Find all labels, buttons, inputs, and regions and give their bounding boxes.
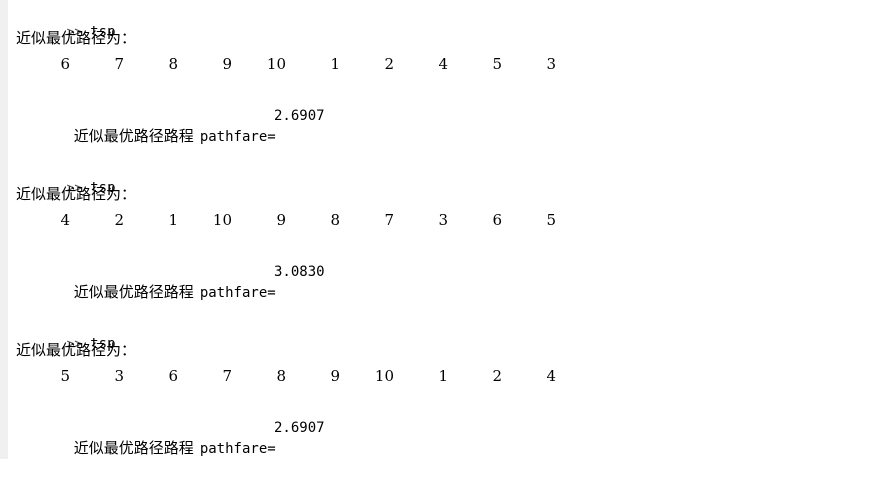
path-value: 2 [114,211,124,229]
path-label: 近似最优路径为： [16,185,137,203]
path-label: 近似最优路径为： [16,29,137,47]
path-value: 9 [276,211,286,229]
path-value: 9 [222,55,232,73]
path-value: 1 [330,55,340,73]
result-label: 近似最优路径路程 [73,439,194,457]
path-value: 1 [168,211,178,229]
path-value: 7 [222,367,232,385]
path-value: 10 [212,211,232,229]
result-label: 近似最优路径路程 [73,283,194,301]
path-value: 10 [266,55,286,73]
path-value: 1 [438,367,448,385]
path-label: 近似最优路径为： [16,341,137,359]
path-value: 6 [492,211,502,229]
result-value: 2.6907 [274,420,325,436]
result-variable: pathfare= [199,129,276,145]
result-label: 近似最优路径路程 [73,127,194,145]
result-variable: pathfare= [199,285,276,301]
path-value: 3 [546,55,556,73]
command-window[interactable]: >> tsp 近似最优路径为： 6 7 8 9 10 1 2 4 5 3 近似最优… [16,0,885,459]
path-value: 7 [384,211,394,229]
path-value: 10 [374,367,394,385]
path-value: 6 [60,55,70,73]
path-value: 5 [492,55,502,73]
path-row: 6 7 8 9 10 1 2 4 5 3 [16,54,616,74]
path-value: 7 [114,55,124,73]
path-value: 3 [438,211,448,229]
result-line: 近似最优路径路程 pathfare= 2.6907 [16,418,325,457]
result-value: 3.0830 [274,264,325,280]
console-gutter [0,0,8,459]
command-line: >> tsp [16,314,116,352]
path-value: 3 [114,367,124,385]
command-line: >> tsp [16,158,116,196]
path-value: 8 [330,211,340,229]
path-value: 5 [60,367,70,385]
path-value: 6 [168,367,178,385]
path-value: 4 [546,367,556,385]
path-row: 5 3 6 7 8 9 10 1 2 4 [16,366,616,386]
path-value: 4 [60,211,70,229]
result-line: 近似最优路径路程 pathfare= 2.6907 [16,106,325,145]
result-variable: pathfare= [199,441,276,457]
path-value: 2 [492,367,502,385]
path-value: 2 [384,55,394,73]
path-row: 4 2 1 10 9 8 7 3 6 5 [16,210,616,230]
path-value: 8 [168,55,178,73]
path-value: 5 [546,211,556,229]
path-value: 4 [438,55,448,73]
command-line: >> tsp [16,2,116,40]
path-value: 8 [276,367,286,385]
result-value: 2.6907 [274,108,325,124]
path-value: 9 [330,367,340,385]
result-line: 近似最优路径路程 pathfare= 3.0830 [16,262,325,301]
